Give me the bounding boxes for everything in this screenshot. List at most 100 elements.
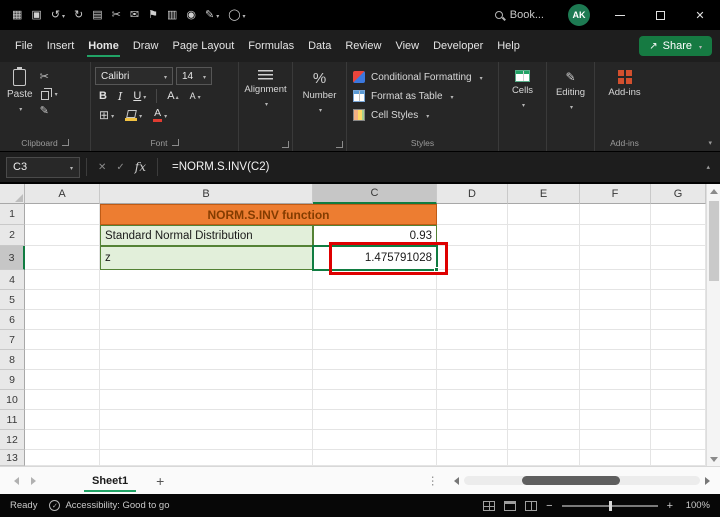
paste-button[interactable]: Paste	[7, 67, 33, 117]
horizontal-scrollbar[interactable]	[454, 467, 710, 494]
vertical-scrollbar[interactable]	[706, 184, 720, 466]
cell-A4[interactable]	[25, 270, 100, 290]
cell-F2[interactable]	[580, 225, 651, 246]
cell-F10[interactable]	[580, 390, 651, 410]
cell-A12[interactable]	[25, 430, 100, 450]
cell-F4[interactable]	[580, 270, 651, 290]
zoom-out-button[interactable]	[546, 500, 552, 512]
column-header-B[interactable]: B	[100, 184, 313, 204]
cell-G5[interactable]	[651, 290, 706, 310]
cell-C10[interactable]	[313, 390, 437, 410]
cell-C12[interactable]	[313, 430, 437, 450]
close-button[interactable]	[680, 0, 720, 30]
search-box[interactable]: Book...	[495, 9, 544, 21]
font-name-select[interactable]: Calibri	[95, 67, 173, 85]
menu-tab-developer[interactable]: Developer	[426, 31, 490, 61]
cell-B13[interactable]	[100, 450, 313, 466]
menu-tab-page-layout[interactable]: Page Layout	[165, 31, 241, 61]
menu-tab-home[interactable]: Home	[81, 31, 126, 61]
add-sheet-button[interactable]	[144, 473, 176, 489]
cell-E13[interactable]	[508, 450, 580, 466]
cell-F13[interactable]	[580, 450, 651, 466]
dialog-launcher-icon[interactable]	[282, 141, 289, 148]
cell-B5[interactable]	[100, 290, 313, 310]
record-button[interactable]: ◯	[224, 7, 249, 23]
cell-F12[interactable]	[580, 430, 651, 450]
cell-D8[interactable]	[437, 350, 508, 370]
cell-A5[interactable]	[25, 290, 100, 310]
formula-bar-expand-button[interactable]	[706, 163, 710, 171]
menu-tab-review[interactable]: Review	[338, 31, 388, 61]
cell-F3[interactable]	[580, 246, 651, 270]
cell-C11[interactable]	[313, 410, 437, 430]
row-header-1[interactable]: 1	[0, 204, 25, 225]
cell-F5[interactable]	[580, 290, 651, 310]
cell-C5[interactable]	[313, 290, 437, 310]
cell-A2[interactable]	[25, 225, 100, 246]
ribbon-collapse-button[interactable]	[708, 139, 720, 151]
cell-B6[interactable]	[100, 310, 313, 330]
zoom-slider[interactable]	[562, 505, 658, 507]
increase-font-button[interactable]	[163, 90, 182, 102]
cell-F8[interactable]	[580, 350, 651, 370]
cell-A13[interactable]	[25, 450, 100, 466]
cell-E6[interactable]	[508, 310, 580, 330]
cell-B10[interactable]	[100, 390, 313, 410]
cell-B1[interactable]: NORM.S.INV function	[100, 204, 437, 225]
cell-E4[interactable]	[508, 270, 580, 290]
cell-G13[interactable]	[651, 450, 706, 466]
draw-button[interactable]: ✎	[201, 7, 223, 23]
row-header-13[interactable]: 13	[0, 450, 25, 466]
fill-color-button[interactable]	[121, 109, 146, 121]
menu-tab-view[interactable]: View	[388, 31, 426, 61]
column-header-A[interactable]: A	[25, 184, 100, 204]
cell-B12[interactable]	[100, 430, 313, 450]
cell-G4[interactable]	[651, 270, 706, 290]
conditional-formatting-button[interactable]: Conditional Formatting	[353, 68, 492, 86]
row-header-11[interactable]: 11	[0, 410, 25, 430]
cell-D4[interactable]	[437, 270, 508, 290]
font-size-select[interactable]: 14	[176, 67, 212, 85]
cell-F11[interactable]	[580, 410, 651, 430]
column-header-F[interactable]: F	[580, 184, 651, 204]
cell-C6[interactable]	[313, 310, 437, 330]
borders-button[interactable]	[95, 108, 118, 122]
cell-B9[interactable]	[100, 370, 313, 390]
cell-G3[interactable]	[651, 246, 706, 270]
cell-E3[interactable]	[508, 246, 580, 270]
cut-button[interactable]: ✂	[108, 8, 125, 23]
insert-function-button[interactable]: fx	[130, 160, 151, 174]
scroll-down-button[interactable]	[707, 452, 720, 466]
cell-C3[interactable]: 1.475791028	[313, 246, 437, 270]
cell-G7[interactable]	[651, 330, 706, 350]
cell-A6[interactable]	[25, 310, 100, 330]
menu-tab-draw[interactable]: Draw	[126, 31, 166, 61]
copy-button[interactable]	[40, 87, 58, 100]
view-page-layout-button[interactable]	[504, 501, 516, 511]
column-header-C[interactable]: C	[313, 184, 437, 204]
cell-A9[interactable]	[25, 370, 100, 390]
cell-C7[interactable]	[313, 330, 437, 350]
cell-A3[interactable]	[25, 246, 100, 270]
formula-input[interactable]: =NORM.S.INV(C2)	[164, 161, 269, 173]
cell-D11[interactable]	[437, 410, 508, 430]
dialog-launcher-icon[interactable]	[336, 141, 343, 148]
print-button[interactable]: ▥	[163, 8, 181, 23]
format-painter-button[interactable]	[40, 104, 58, 117]
menu-tab-data[interactable]: Data	[301, 31, 338, 61]
menu-tab-formulas[interactable]: Formulas	[241, 31, 301, 61]
mail-button[interactable]: ✉	[126, 8, 143, 23]
pin-button[interactable]: ⚑	[144, 8, 162, 23]
menu-tab-help[interactable]: Help	[490, 31, 527, 61]
scroll-left-button[interactable]	[454, 477, 459, 485]
cell-B3[interactable]: z	[100, 246, 313, 270]
row-header-3[interactable]: 3	[0, 246, 25, 270]
cell-D9[interactable]	[437, 370, 508, 390]
cell-C13[interactable]	[313, 450, 437, 466]
next-sheet-button[interactable]	[31, 477, 36, 485]
cell-styles-button[interactable]: Cell Styles	[353, 106, 492, 124]
avatar[interactable]: AK	[568, 4, 590, 26]
ribbon-group-alignment[interactable]: Alignment	[238, 62, 292, 151]
cell-C9[interactable]	[313, 370, 437, 390]
cell-E8[interactable]	[508, 350, 580, 370]
